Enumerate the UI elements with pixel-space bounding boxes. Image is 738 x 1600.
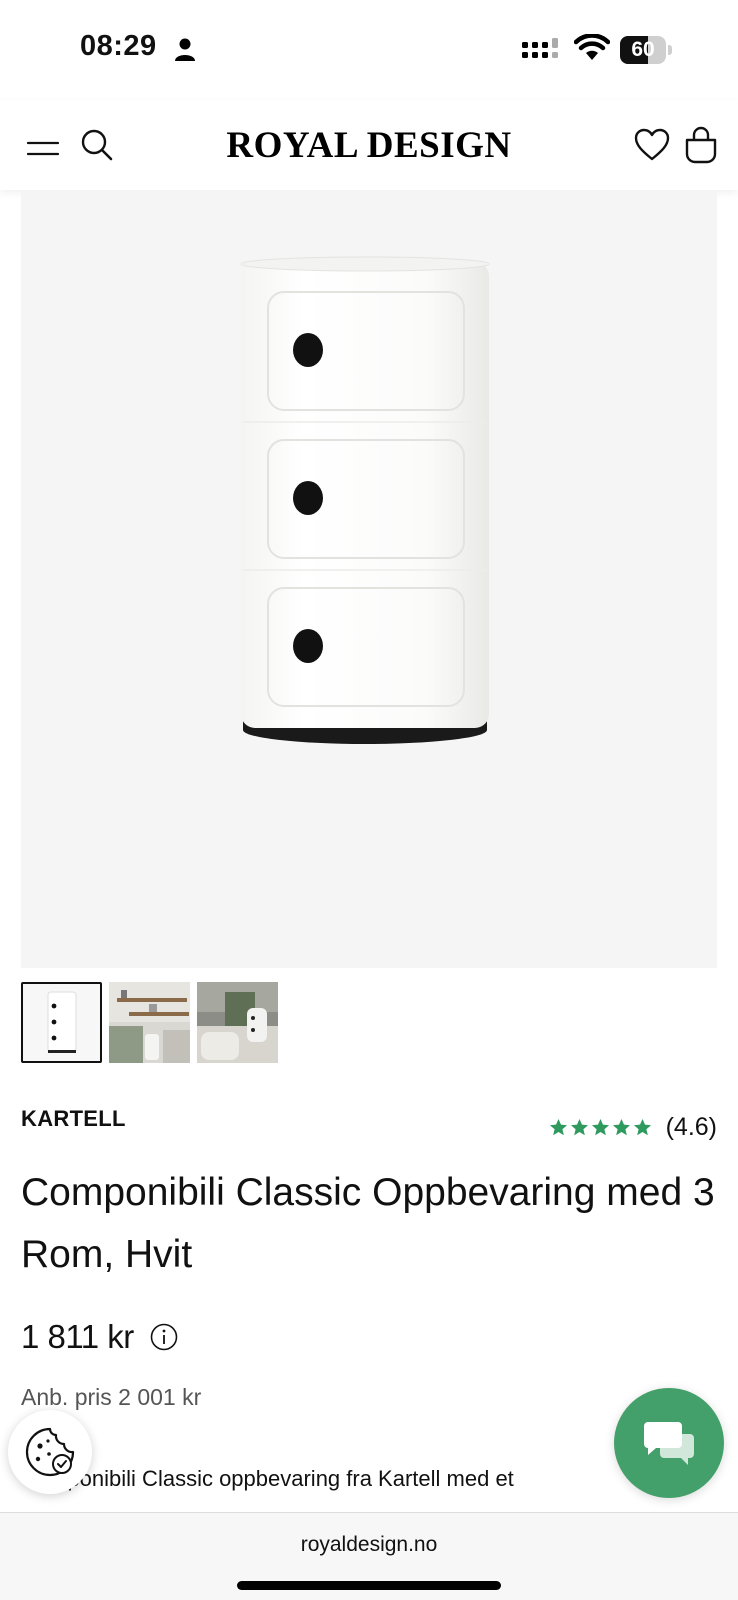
cellular-signal-icon	[522, 38, 558, 58]
product-brand[interactable]: KARTELL	[21, 1106, 126, 1132]
battery-indicator: 60	[620, 36, 672, 64]
home-indicator	[237, 1581, 501, 1590]
star-icon	[633, 1118, 651, 1136]
thumbnail-2[interactable]	[109, 982, 190, 1063]
product-rating[interactable]: (4.6)	[549, 1113, 717, 1142]
star-icon	[549, 1118, 567, 1136]
product-title: Componibili Classic Oppbevaring med 3 Ro…	[21, 1171, 715, 1276]
site-logo[interactable]: ROYAL DESIGN	[200, 124, 538, 167]
product-price: 1 811 kr	[21, 1318, 134, 1355]
search-icon[interactable]	[80, 128, 114, 164]
battery-percentage: 60	[631, 38, 655, 61]
recommended-price: Anb. pris 2 001 kr	[21, 1384, 202, 1410]
rating-value: (4.6)	[665, 1113, 717, 1141]
status-time: 08:29	[80, 30, 157, 62]
star-icon	[612, 1118, 630, 1136]
site-header: ROYAL DESIGN	[0, 100, 738, 190]
wifi-icon	[574, 34, 610, 60]
status-bar: 08:29 60	[0, 0, 738, 100]
thumbnail-3[interactable]	[197, 982, 278, 1063]
chat-button[interactable]	[614, 1388, 724, 1498]
info-icon[interactable]	[150, 1323, 178, 1351]
shopping-bag-icon[interactable]	[684, 126, 718, 164]
star-icon	[570, 1118, 588, 1136]
thumbnail-1[interactable]	[21, 982, 102, 1063]
url-text[interactable]: royaldesign.no	[0, 1533, 738, 1557]
person-icon	[175, 38, 195, 61]
heart-icon[interactable]	[634, 128, 670, 162]
product-main-image[interactable]	[21, 190, 717, 968]
star-icon	[591, 1118, 609, 1136]
chat-bubble-icon	[644, 1422, 694, 1465]
product-cabinet-illustration	[240, 256, 490, 744]
rating-stars	[549, 1118, 652, 1137]
cookie-icon	[25, 1427, 75, 1477]
browser-address-bar[interactable]: royaldesign.no	[0, 1512, 738, 1600]
menu-icon[interactable]	[26, 138, 60, 160]
cookie-settings-button[interactable]	[8, 1410, 92, 1494]
